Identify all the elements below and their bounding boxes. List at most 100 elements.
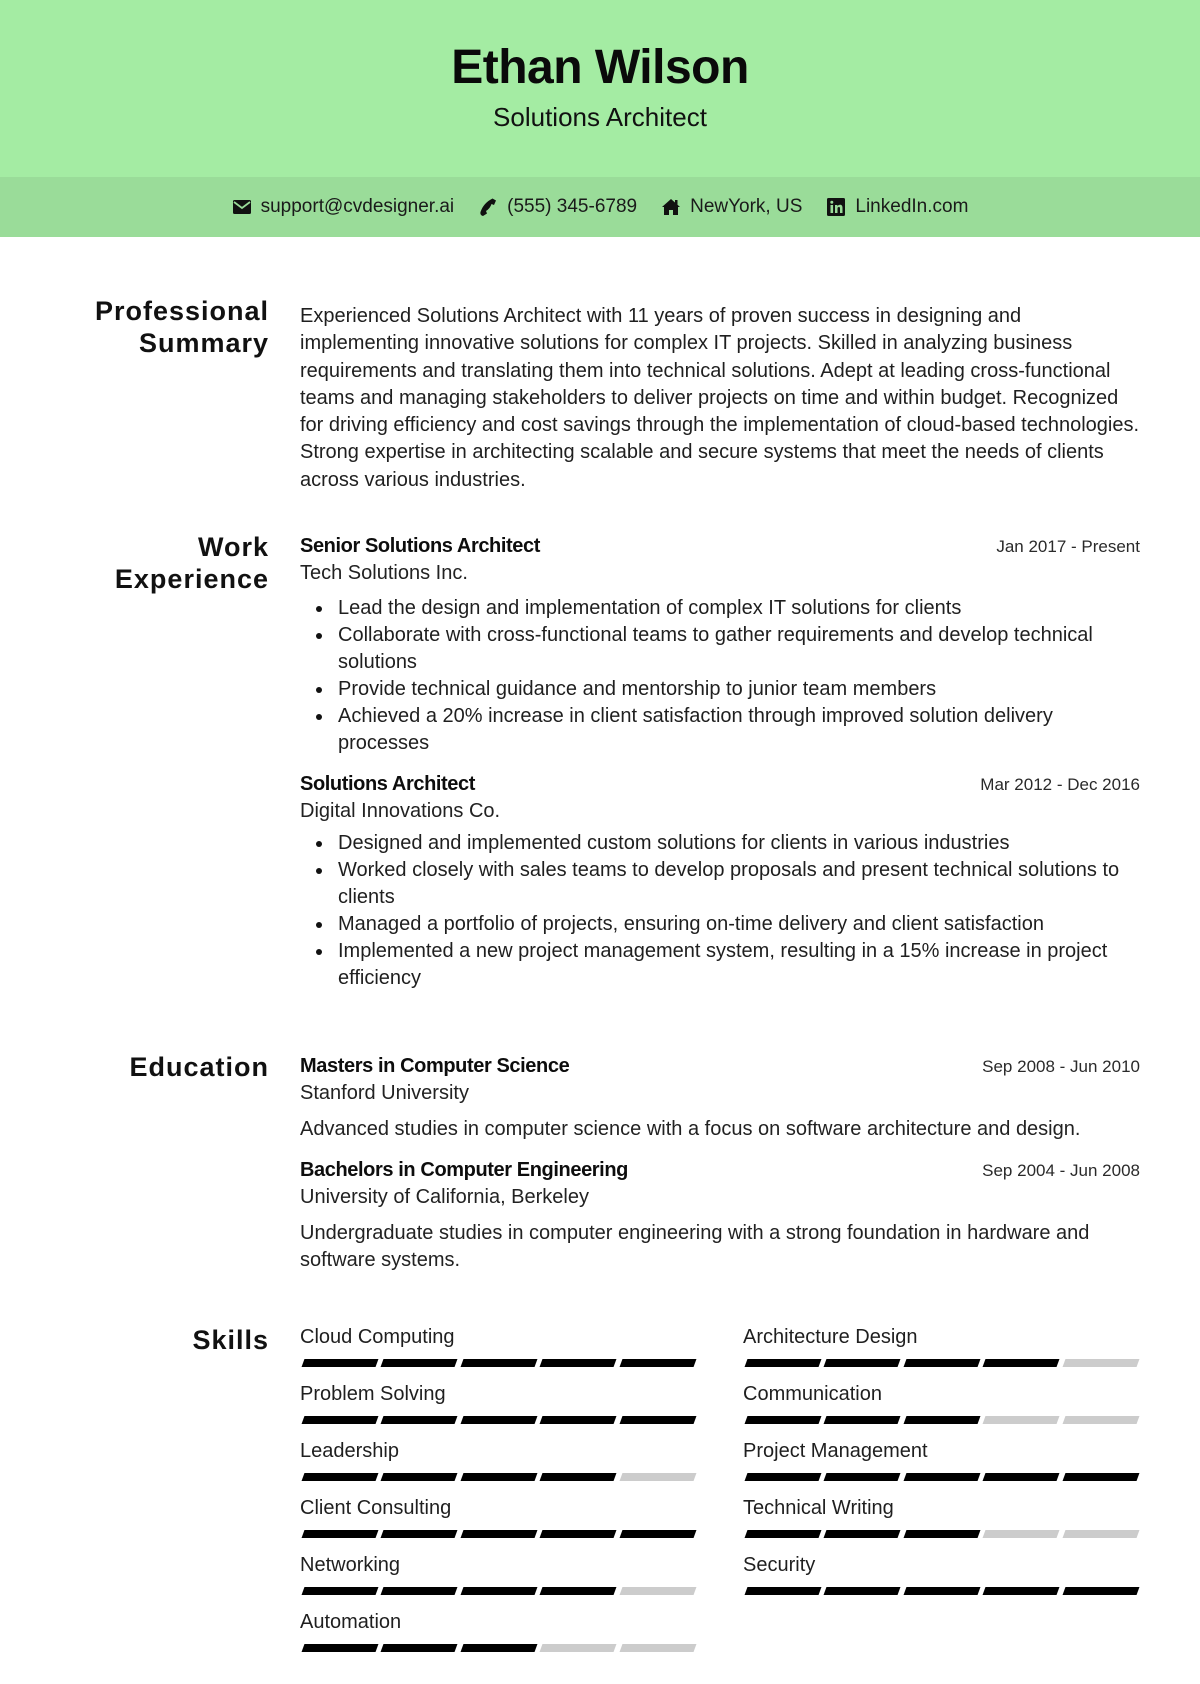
job-entry: Solutions Architect Mar 2012 - Dec 2016 … bbox=[300, 771, 1140, 992]
skill-item: Leadership bbox=[300, 1438, 697, 1495]
skill-item: Security bbox=[743, 1552, 1140, 1609]
education-entry: Masters in Computer Science Sep 2008 - J… bbox=[300, 1053, 1140, 1143]
skill-segment-filled bbox=[460, 1473, 538, 1481]
skill-segment-filled bbox=[744, 1530, 822, 1538]
skill-segment-filled bbox=[301, 1416, 379, 1424]
skill-segment-filled bbox=[823, 1587, 902, 1595]
skill-segment-filled bbox=[301, 1644, 379, 1652]
skill-segment-empty bbox=[1062, 1416, 1140, 1424]
skill-segment-filled bbox=[460, 1416, 538, 1424]
contact-phone[interactable]: (555) 345-6789 bbox=[478, 196, 637, 218]
contact-email-text: support@cvdesigner.ai bbox=[260, 196, 455, 217]
skill-level-bar bbox=[743, 1416, 1140, 1424]
skill-segment-filled bbox=[380, 1587, 459, 1595]
job-bullets: Designed and implemented custom solution… bbox=[300, 830, 1140, 992]
skill-segment-filled bbox=[380, 1530, 459, 1538]
skill-segment-empty bbox=[1062, 1359, 1140, 1367]
skill-segment-filled bbox=[619, 1530, 697, 1538]
skill-segment-filled bbox=[903, 1587, 981, 1595]
job-bullet: Provide technical guidance and mentorshi… bbox=[300, 676, 1140, 703]
skill-segment-empty bbox=[982, 1530, 1061, 1538]
skill-item: Problem Solving bbox=[300, 1381, 697, 1438]
contact-linkedin-text: LinkedIn.com bbox=[855, 196, 969, 217]
job-bullet: Worked closely with sales teams to devel… bbox=[300, 857, 1140, 911]
contact-location-text: NewYork, US bbox=[690, 196, 803, 217]
education-description: Advanced studies in computer science wit… bbox=[300, 1118, 1081, 1140]
skill-name: Problem Solving bbox=[300, 1383, 446, 1405]
school-name: University of California, Berkeley bbox=[300, 1186, 589, 1208]
education-heading: Education bbox=[129, 1052, 269, 1082]
skill-name: Cloud Computing bbox=[300, 1326, 455, 1348]
skills-heading: Skills bbox=[192, 1325, 269, 1355]
skill-segment-filled bbox=[1062, 1587, 1140, 1595]
skills-grid: Cloud Computing Architecture Design Proble… bbox=[300, 1324, 1140, 1666]
contact-location: NewYork, US bbox=[661, 196, 802, 218]
skill-segment-filled bbox=[380, 1644, 459, 1652]
skill-segment-filled bbox=[460, 1530, 538, 1538]
skill-level-bar bbox=[300, 1530, 697, 1538]
skill-segment-filled bbox=[539, 1530, 618, 1538]
skill-name: Project Management bbox=[743, 1440, 928, 1462]
skill-segment-filled bbox=[903, 1530, 981, 1538]
skill-segment-filled bbox=[539, 1587, 618, 1595]
skill-segment-filled bbox=[539, 1359, 618, 1367]
job-bullet: Achieved a 20% increase in client satisf… bbox=[300, 703, 1140, 757]
skill-name: Leadership bbox=[300, 1440, 399, 1462]
education-dates: Sep 2008 - Jun 2010 bbox=[982, 1057, 1140, 1076]
job-bullet: Lead the design and implementation of co… bbox=[300, 595, 1140, 622]
skill-level-bar bbox=[300, 1359, 697, 1367]
skill-segment-filled bbox=[823, 1416, 902, 1424]
skill-segment-filled bbox=[982, 1473, 1061, 1481]
home-icon bbox=[661, 197, 681, 217]
skill-segment-filled bbox=[539, 1473, 618, 1481]
skill-level-bar bbox=[300, 1473, 697, 1481]
skill-segment-filled bbox=[301, 1530, 379, 1538]
skill-segment-filled bbox=[1062, 1473, 1140, 1481]
skill-segment-filled bbox=[744, 1416, 822, 1424]
skill-segment-filled bbox=[301, 1473, 379, 1481]
job-title: Senior Solutions Architect bbox=[300, 535, 541, 557]
skill-segment-filled bbox=[460, 1644, 538, 1652]
skill-segment-filled bbox=[823, 1359, 902, 1367]
job-bullet: Designed and implemented custom solution… bbox=[300, 830, 1140, 857]
skill-segment-empty bbox=[982, 1416, 1061, 1424]
skill-segment-filled bbox=[380, 1473, 459, 1481]
skill-item: Cloud Computing bbox=[300, 1324, 697, 1381]
degree-title: Masters in Computer Science bbox=[300, 1055, 570, 1077]
skill-segment-empty bbox=[539, 1644, 618, 1652]
skill-segment-empty bbox=[1062, 1530, 1140, 1538]
skill-name: Automation bbox=[300, 1611, 402, 1633]
job-dates: Mar 2012 - Dec 2016 bbox=[980, 775, 1140, 794]
envelope-icon bbox=[232, 197, 252, 217]
skill-segment-empty bbox=[619, 1587, 697, 1595]
skill-segment-filled bbox=[903, 1473, 981, 1481]
skill-name: Technical Writing bbox=[743, 1497, 894, 1519]
skill-segment-filled bbox=[539, 1416, 618, 1424]
skill-segment-filled bbox=[823, 1473, 902, 1481]
skill-level-bar bbox=[300, 1644, 697, 1652]
job-bullets: Lead the design and implementation of co… bbox=[300, 595, 1140, 757]
skill-item: Client Consulting bbox=[300, 1495, 697, 1552]
skill-segment-filled bbox=[301, 1359, 379, 1367]
education-description: Undergraduate studies in computer engine… bbox=[300, 1222, 1090, 1271]
contact-bar: support@cvdesigner.ai (555) 345-6789 New… bbox=[0, 177, 1200, 237]
linkedin-icon bbox=[826, 197, 846, 217]
job-title: Solutions Architect bbox=[300, 773, 476, 795]
skill-segment-filled bbox=[823, 1530, 902, 1538]
skill-level-bar bbox=[743, 1359, 1140, 1367]
skill-segment-filled bbox=[460, 1359, 538, 1367]
skill-item: Project Management bbox=[743, 1438, 1140, 1495]
skill-segment-filled bbox=[744, 1359, 822, 1367]
skill-name: Architecture Design bbox=[743, 1326, 918, 1348]
experience-heading: Work Experience bbox=[114, 532, 269, 594]
skill-name: Security bbox=[743, 1554, 816, 1576]
contact-email[interactable]: support@cvdesigner.ai bbox=[232, 196, 455, 218]
school-name: Stanford University bbox=[300, 1082, 469, 1104]
job-bullet: Implemented a new project management sys… bbox=[300, 938, 1140, 992]
skill-level-bar bbox=[743, 1473, 1140, 1481]
skill-item: Automation bbox=[300, 1609, 697, 1666]
education-entry: Bachelors in Computer Engineering Sep 20… bbox=[300, 1157, 1140, 1274]
skill-level-bar bbox=[300, 1587, 697, 1595]
contact-linkedin[interactable]: LinkedIn.com bbox=[826, 196, 968, 218]
skill-segment-filled bbox=[619, 1359, 697, 1367]
